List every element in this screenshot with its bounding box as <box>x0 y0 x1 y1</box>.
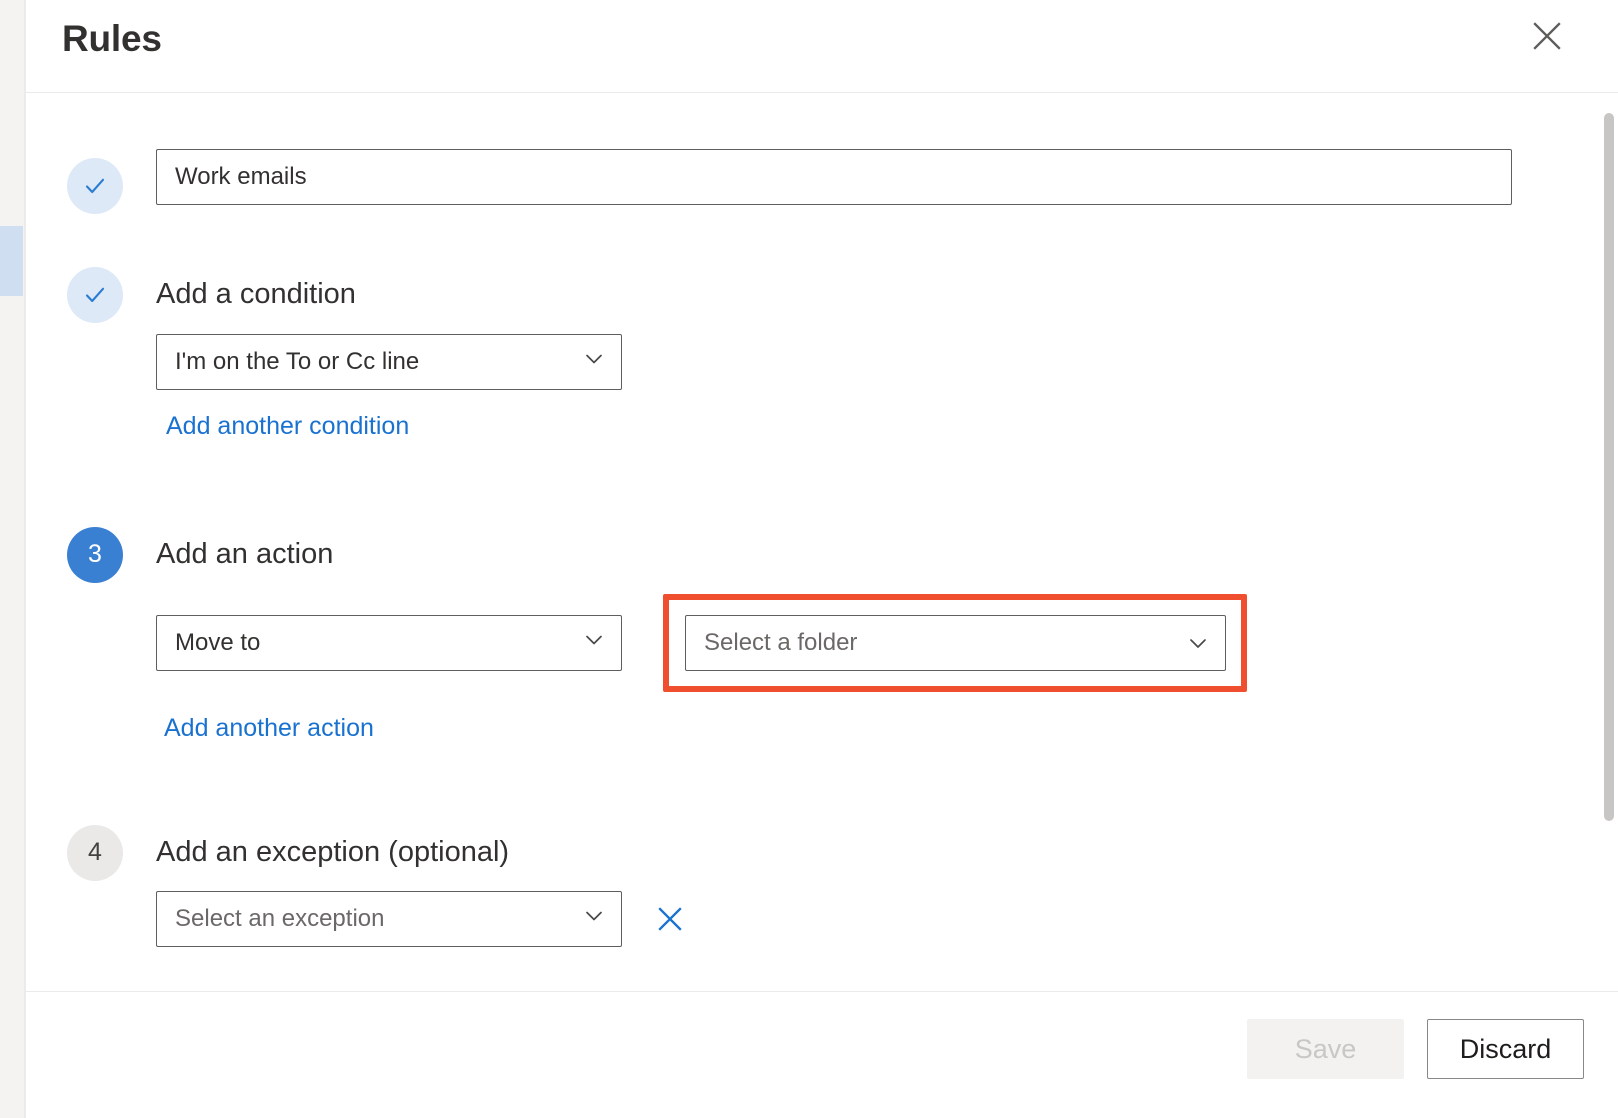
step-add-exception: 4 Add an exception (optional) Select an … <box>26 825 1618 948</box>
add-another-condition-link[interactable]: Add another condition <box>166 412 409 441</box>
rule-name-input[interactable] <box>156 149 1512 205</box>
discard-button[interactable]: Discard <box>1427 1019 1584 1079</box>
panel-header: Rules <box>26 0 1618 93</box>
step-rule-name <box>26 149 1618 223</box>
condition-row: I'm on the To or Cc line <box>156 334 1618 390</box>
action-row: Move to Select a folder <box>156 594 1618 692</box>
panel-scroll-area[interactable]: Add a condition I'm on the To or Cc line <box>26 93 1618 991</box>
vertical-scrollbar-track[interactable] <box>1604 93 1616 991</box>
step-marker-complete-2 <box>67 267 123 323</box>
step-label-condition: Add a condition <box>156 267 1618 312</box>
chevron-down-icon <box>1185 630 1211 656</box>
page-title: Rules <box>62 14 162 64</box>
step-marker-idle-4: 4 <box>67 825 123 881</box>
step-marker-active-3: 3 <box>67 527 123 583</box>
remove-exception-icon[interactable] <box>648 897 692 941</box>
check-icon <box>82 282 108 308</box>
add-another-condition-wrapper: Add another condition <box>166 412 1618 441</box>
folder-dropdown[interactable]: Select a folder <box>685 615 1226 671</box>
check-icon <box>82 173 108 199</box>
rules-panel: Rules <box>26 0 1618 1118</box>
chevron-down-icon <box>581 626 607 659</box>
highlight-annotation-box: Select a folder <box>663 594 1247 692</box>
step-label-exception: Add an exception (optional) <box>156 825 1618 870</box>
step-marker-complete-1 <box>67 158 123 214</box>
condition-dropdown-value: I'm on the To or Cc line <box>175 348 419 376</box>
action-dropdown[interactable]: Move to <box>156 615 622 671</box>
panel-footer: Save Discard <box>26 991 1618 1118</box>
action-dropdown-value: Move to <box>175 629 260 657</box>
add-another-action-link[interactable]: Add another action <box>164 714 374 743</box>
step-add-action: 3 Add an action Move to <box>26 527 1618 743</box>
add-another-action-wrapper: Add another action <box>164 714 1618 743</box>
save-button[interactable]: Save <box>1247 1019 1404 1079</box>
step-add-condition: Add a condition I'm on the To or Cc line <box>26 267 1618 441</box>
exception-row: Select an exception <box>156 891 1618 947</box>
rule-editor-content: Add a condition I'm on the To or Cc line <box>26 93 1618 947</box>
vertical-scrollbar-thumb[interactable] <box>1604 113 1614 821</box>
background-left-rail <box>0 0 24 1118</box>
chevron-down-icon <box>581 903 607 936</box>
background-selected-item <box>0 226 23 296</box>
close-icon[interactable] <box>1526 15 1568 57</box>
footer-button-group: Save Discard <box>1247 1019 1584 1079</box>
exception-dropdown-placeholder: Select an exception <box>175 905 384 933</box>
condition-dropdown[interactable]: I'm on the To or Cc line <box>156 334 622 390</box>
exception-dropdown[interactable]: Select an exception <box>156 891 622 947</box>
chevron-down-icon <box>581 345 607 378</box>
step-label-action: Add an action <box>156 527 1618 572</box>
rules-panel-screen: Rules <box>0 0 1618 1118</box>
